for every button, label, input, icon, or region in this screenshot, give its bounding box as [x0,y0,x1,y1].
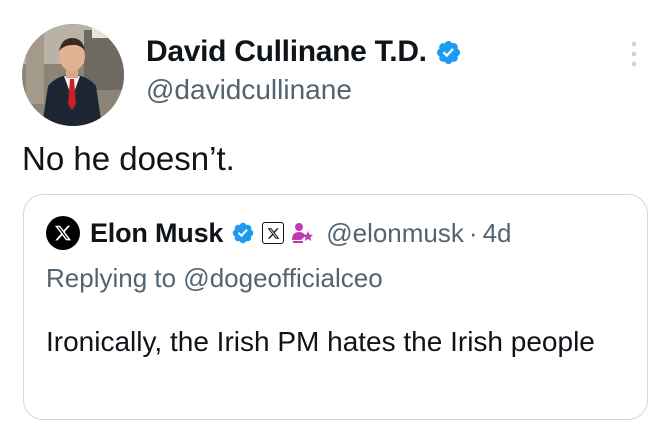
x-logo-icon [54,225,72,241]
quote-timestamp[interactable]: 4d [483,218,512,249]
quote-header: Elon Musk @elonmusk · 4d [46,215,511,251]
author-avatar[interactable] [22,24,124,126]
quote-author-handle[interactable]: @elonmusk [326,218,464,249]
verified-badge-icon [435,39,462,66]
government-affiliation-icon [290,220,316,246]
author-name[interactable]: David Cullinane T.D. [146,35,427,69]
quote-author-name[interactable]: Elon Musk [90,218,223,249]
quoted-tweet-card[interactable]: Elon Musk @elonmusk · 4d Replying to @do… [23,194,648,420]
separator-dot: · [468,217,478,248]
x-logo-icon [262,222,285,244]
replying-to-text[interactable]: Replying to @dogeofficialceo [46,263,383,294]
tweet: David Cullinane T.D. @davidcullinane No … [0,0,672,427]
more-vertical-icon[interactable] [624,38,644,70]
tweet-text: No he doesn’t. [22,140,235,177]
author-handle[interactable]: @davidcullinane [146,74,352,106]
verified-badge-icon [231,221,255,245]
quote-author-avatar[interactable] [46,216,80,250]
quote-text: Ironically, the Irish PM hates the Irish… [46,326,595,357]
author-name-row[interactable]: David Cullinane T.D. [146,34,462,70]
